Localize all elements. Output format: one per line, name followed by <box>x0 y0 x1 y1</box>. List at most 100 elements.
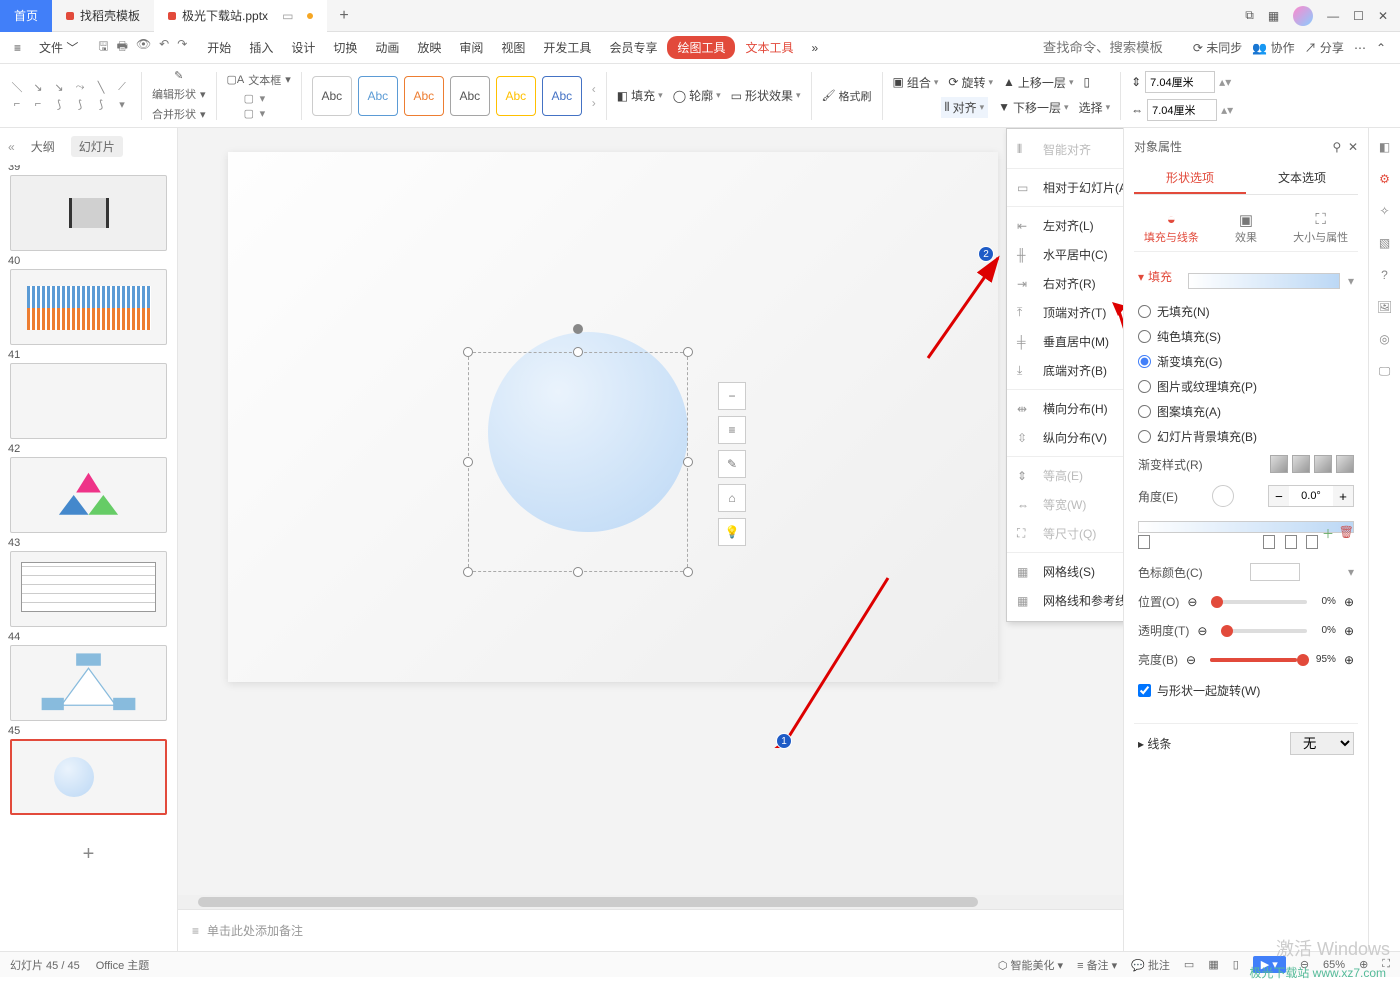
width-input[interactable] <box>1147 99 1217 121</box>
brightness-slider[interactable] <box>1210 658 1302 662</box>
size-props-tab[interactable]: ⛶大小与属性 <box>1283 205 1358 251</box>
rotate-button[interactable]: ⟳ 旋转▾ <box>948 74 993 91</box>
spinner-icon[interactable]: ▴▾ <box>1219 75 1231 89</box>
minimize-button[interactable]: — <box>1327 9 1339 23</box>
zoom-in-icon[interactable]: ⊕ <box>1359 958 1368 971</box>
menu-start[interactable]: 开始 <box>199 35 239 60</box>
fill-solid-radio[interactable]: 纯色填充(S) <box>1138 324 1354 349</box>
fill-none-radio[interactable]: 无填充(N) <box>1138 299 1354 324</box>
group-button[interactable]: ▣ 组合▾ <box>893 74 939 91</box>
menubar-more-icon[interactable]: ⋯ <box>1354 41 1366 55</box>
thumbnail-43[interactable] <box>10 551 167 627</box>
thumbnail-40[interactable] <box>10 269 167 345</box>
resize-handle[interactable] <box>463 347 473 357</box>
select-button[interactable]: 选择▾ <box>1079 99 1111 116</box>
view-reading-icon[interactable]: ▯ <box>1233 958 1239 971</box>
menu-view[interactable]: 视图 <box>493 35 533 60</box>
combine-shape-button[interactable]: 合并形状 <box>152 106 196 122</box>
fill-gradient-radio[interactable]: 渐变填充(G) <box>1138 349 1354 374</box>
position-slider[interactable] <box>1211 600 1307 604</box>
selected-shape[interactable] <box>468 352 688 572</box>
save-icon[interactable]: 🖫 <box>98 37 108 58</box>
rside-monitor-icon[interactable]: 🖵 <box>1379 364 1391 379</box>
transparency-slider[interactable] <box>1221 629 1307 633</box>
play-button[interactable]: ▶ ▾ <box>1253 956 1286 973</box>
float-layers-icon[interactable]: ≡ <box>718 416 746 444</box>
pos-dec-icon[interactable]: ⊖ <box>1187 595 1197 609</box>
coop-button[interactable]: 👥 协作 <box>1252 39 1294 56</box>
tab-home[interactable]: 首页 <box>0 0 52 32</box>
close-props-icon[interactable]: ✕ <box>1348 140 1358 154</box>
float-collapse-icon[interactable]: − <box>718 382 746 410</box>
shape-styles-gallery[interactable]: Abc Abc Abc Abc Abc Abc <box>312 76 582 116</box>
pin-icon[interactable]: ⚲ <box>1332 140 1341 154</box>
rside-help-icon[interactable]: ? <box>1381 268 1388 282</box>
rotate-with-shape-checkbox[interactable]: 与形状一起旋转(W) <box>1138 674 1354 707</box>
more-lines-icon[interactable]: ▾ <box>113 97 131 111</box>
rside-target-icon[interactable]: ◎ <box>1379 332 1389 346</box>
fill-more-icon[interactable]: ▾ <box>1348 274 1354 288</box>
remove-stop-icon[interactable]: 🗑 <box>1339 525 1354 539</box>
add-stop-icon[interactable]: ＋ <box>1322 525 1334 542</box>
avatar[interactable] <box>1293 6 1313 26</box>
notes-toggle[interactable]: ≡ 备注 ▾ <box>1077 957 1117 973</box>
angle-input[interactable]: −+ <box>1268 485 1354 507</box>
style-preset-5[interactable]: Abc <box>496 76 536 116</box>
style-preset-1[interactable]: Abc <box>312 76 352 116</box>
beautify-button[interactable]: ⬡ 智能美化 ▾ <box>998 957 1063 973</box>
thumbnail-44[interactable] <box>10 645 167 721</box>
tab-menu-icon[interactable]: ▭ <box>282 9 293 23</box>
slide-canvas[interactable]: − ≡ ✎ ⌂ 💡 ⫴智能对齐 ▭相对于幻灯片(A)▸ ⇤左对齐(L) ╫水平居… <box>178 128 1123 951</box>
styles-nav[interactable]: ‹› <box>592 82 596 110</box>
menu-hamburger-icon[interactable]: ≡ <box>6 37 29 59</box>
align-top-item[interactable]: ⤒顶端对齐(T) <box>1007 298 1123 327</box>
menu-animation[interactable]: 动画 <box>367 35 407 60</box>
line-section-toggle[interactable]: ▸ 线条 <box>1138 735 1171 752</box>
pos-inc-icon[interactable]: ⊕ <box>1344 595 1354 609</box>
zoom-value[interactable]: 65% <box>1323 959 1345 971</box>
thumbs-collapse-icon[interactable]: « <box>8 140 15 154</box>
float-pen-icon[interactable]: ✎ <box>718 450 746 478</box>
command-search-input[interactable] <box>1043 40 1183 55</box>
close-button[interactable]: ✕ <box>1378 9 1388 23</box>
align-vcenter-item[interactable]: ╪垂直居中(M)3 <box>1007 327 1123 356</box>
menu-insert[interactable]: 插入 <box>241 35 281 60</box>
print-icon[interactable]: 🖶 <box>117 37 128 58</box>
fill-button[interactable]: ◧ 填充▾ <box>617 87 663 104</box>
send-backward-button[interactable]: ▼ 下移一层▾ <box>998 99 1068 116</box>
menu-transition[interactable]: 切换 <box>325 35 365 60</box>
apps-icon[interactable]: ▦ <box>1268 9 1279 23</box>
comments-toggle[interactable]: 💬 批注 <box>1131 957 1170 973</box>
textbox-button[interactable]: 文本框 <box>248 72 281 88</box>
bring-forward-button[interactable]: ▲ 上移一层▾ <box>1003 74 1073 91</box>
fill-section-title[interactable]: 填充 <box>1148 268 1172 285</box>
effect-button[interactable]: ▭ 形状效果▾ <box>731 87 801 104</box>
add-slide-button[interactable]: + <box>10 833 167 876</box>
align-button[interactable]: ⫴ 对齐▾ <box>941 97 989 118</box>
notes-pane[interactable]: ≡单击此处添加备注 <box>178 909 1123 951</box>
zoom-out-icon[interactable]: ⊖ <box>1300 958 1309 971</box>
outline-button[interactable]: ◯ 轮廓▾ <box>673 87 721 104</box>
view-sorter-icon[interactable]: ▦ <box>1208 958 1218 971</box>
edit-shape-button[interactable]: 编辑形状 <box>152 86 196 102</box>
float-home-icon[interactable]: ⌂ <box>718 484 746 512</box>
view-normal-icon[interactable]: ▭ <box>1184 958 1194 971</box>
edit-shape-icon[interactable]: ✎ <box>174 69 183 82</box>
fill-preview[interactable] <box>1188 273 1340 289</box>
menu-text-tools[interactable]: 文本工具 <box>737 35 801 60</box>
rside-gallery-icon[interactable]: ▧ <box>1379 236 1390 250</box>
guides-item[interactable]: ▦网格线和参考线(G)... <box>1007 586 1123 615</box>
horizontal-scrollbar[interactable] <box>178 895 1123 909</box>
menu-member[interactable]: 会员专享 <box>601 35 665 60</box>
align-right-item[interactable]: ⇥右对齐(R) <box>1007 269 1123 298</box>
selection-pane-button[interactable]: ▯ <box>1083 75 1090 89</box>
angle-dial-icon[interactable] <box>1212 485 1234 507</box>
thumbnail-41[interactable] <box>10 363 167 439</box>
menu-review[interactable]: 审阅 <box>451 35 491 60</box>
fill-pattern-radio[interactable]: 图案填充(A) <box>1138 399 1354 424</box>
preview-icon[interactable]: 👁 <box>136 37 151 58</box>
float-bulb-icon[interactable]: 💡 <box>718 518 746 546</box>
outline-tab[interactable]: 大纲 <box>31 138 55 155</box>
gridlines-item[interactable]: ▦网格线(S) <box>1007 557 1123 586</box>
tab-document[interactable]: 极光下载站.pptx▭ <box>154 0 327 32</box>
